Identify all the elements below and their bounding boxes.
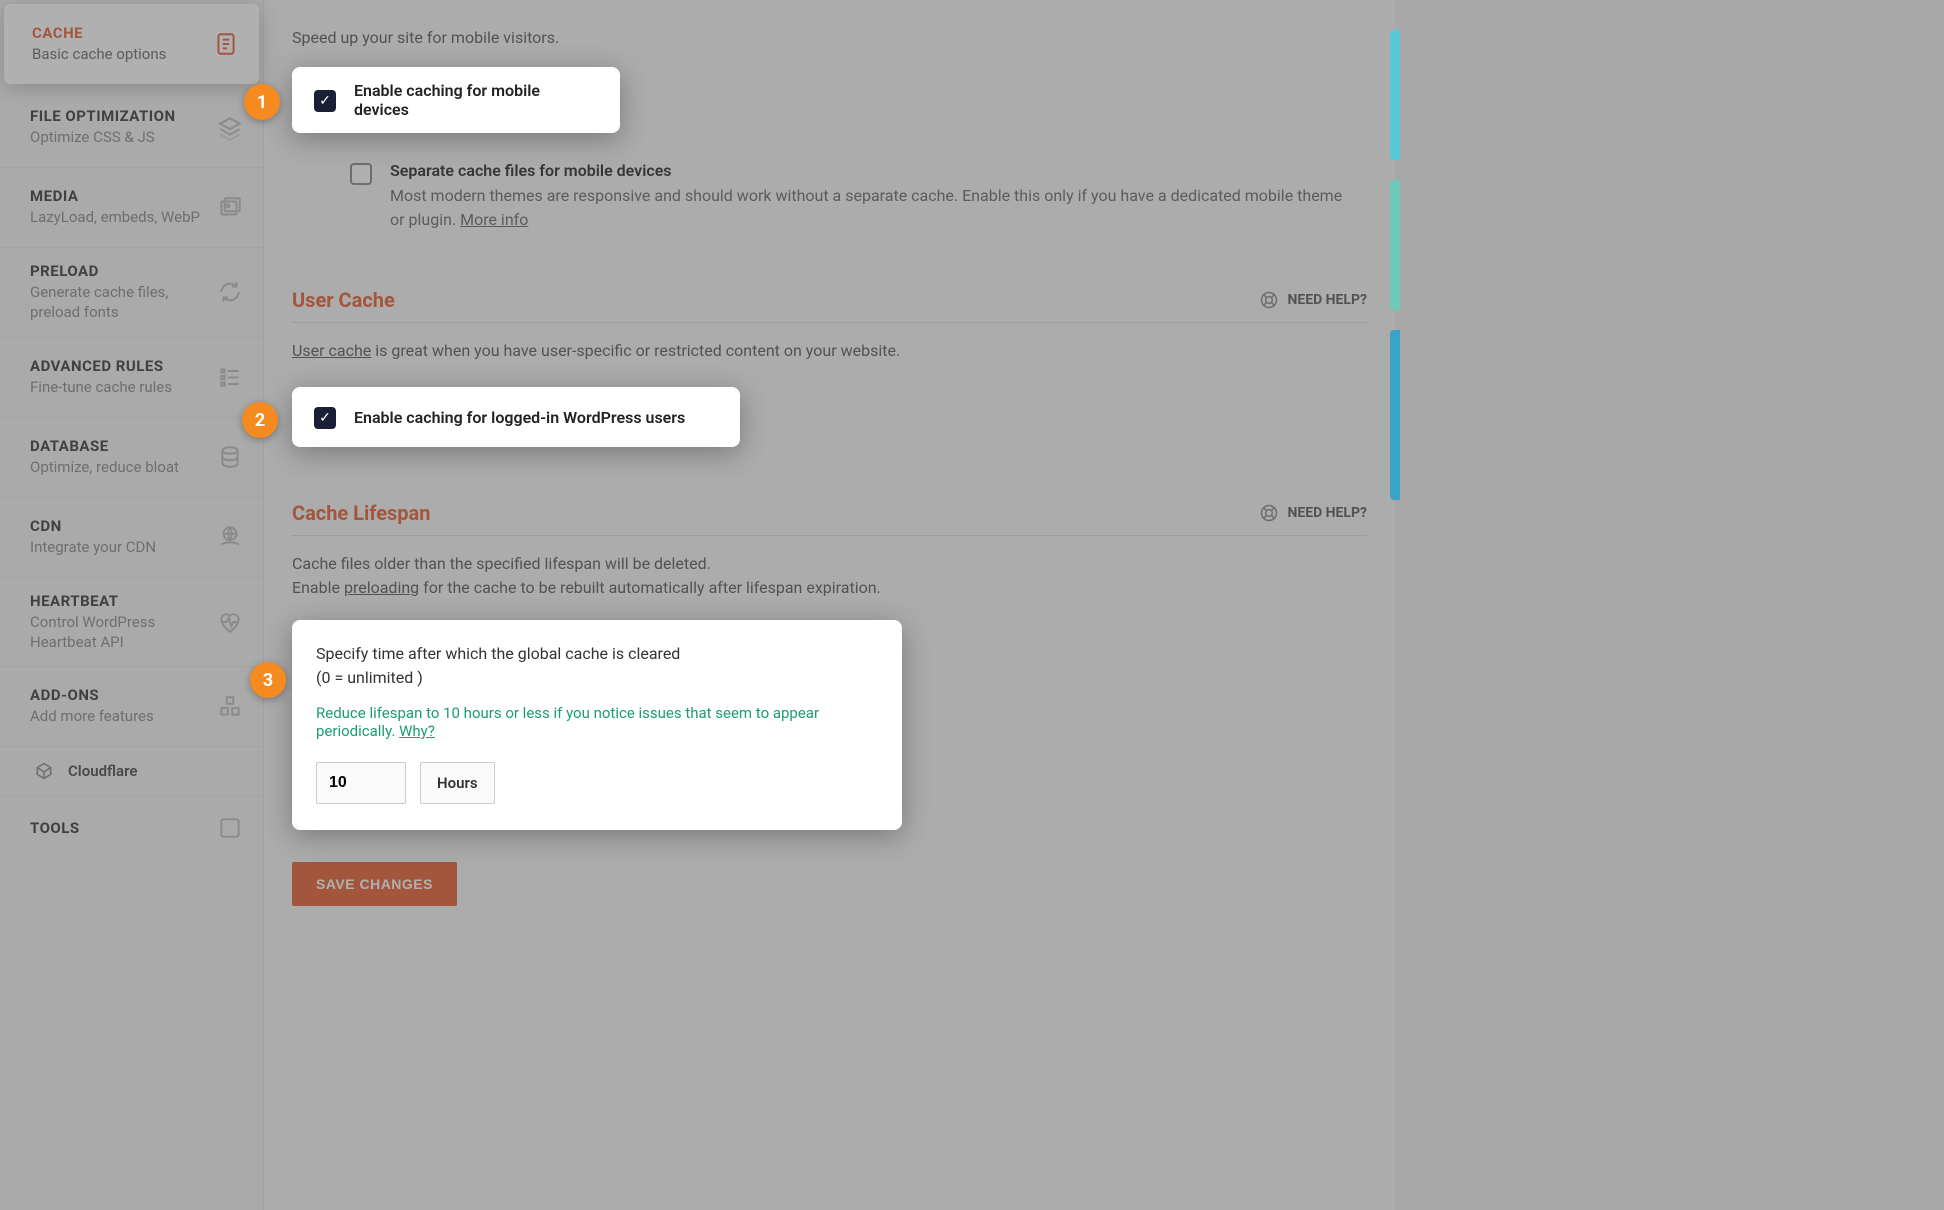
nav-subtitle: Basic cache options bbox=[32, 44, 203, 64]
lifespan-label: Specify time after which the global cach… bbox=[316, 642, 878, 690]
nav-subtitle: Optimize, reduce bloat bbox=[30, 457, 207, 477]
right-edge-tabs bbox=[1384, 0, 1400, 1210]
side-tab[interactable] bbox=[1390, 330, 1400, 500]
refresh-icon bbox=[217, 279, 243, 305]
database-icon bbox=[217, 444, 243, 470]
nav-sub-label: Cloudflare bbox=[68, 762, 137, 780]
callout-badge-3: 3 bbox=[250, 662, 286, 698]
lifespan-inputs: Hours bbox=[316, 762, 878, 804]
section-title: User Cache bbox=[292, 288, 395, 312]
list-icon bbox=[217, 364, 243, 390]
mobile-separate-row: Separate cache files for mobile devices … bbox=[292, 133, 1367, 254]
section-user-cache: User Cache NEED HELP? User cache is grea… bbox=[292, 288, 1367, 447]
need-help-link[interactable]: NEED HELP? bbox=[1259, 503, 1367, 523]
mobile-intro: Speed up your site for mobile visitors. bbox=[292, 0, 1367, 67]
lifespan-hint: Reduce lifespan to 10 hours or less if y… bbox=[316, 704, 878, 740]
nav-cloudflare[interactable]: Cloudflare bbox=[0, 747, 263, 796]
nav-subtitle: Add more features bbox=[30, 706, 207, 726]
sidebar: CACHE Basic cache options FILE OPTIMIZAT… bbox=[0, 0, 264, 1210]
lifespan-unit-select[interactable]: Hours bbox=[420, 762, 495, 804]
mobile-separate-desc: Most modern themes are responsive and sh… bbox=[390, 184, 1345, 232]
cube-icon bbox=[34, 761, 54, 781]
boxes-icon bbox=[217, 694, 243, 720]
nav-title: DATABASE bbox=[30, 437, 207, 455]
heart-icon bbox=[217, 609, 243, 635]
mobile-enable-label: Enable caching for mobile devices bbox=[354, 81, 598, 119]
nav-database[interactable]: DATABASE Optimize, reduce bloat bbox=[0, 418, 263, 498]
need-help-link[interactable]: NEED HELP? bbox=[1259, 290, 1367, 310]
nav-subtitle: LazyLoad, embeds, WebP bbox=[30, 207, 207, 227]
checkbox-unchecked[interactable] bbox=[350, 163, 372, 185]
nav-title: ADD-ONS bbox=[30, 686, 207, 704]
nav-cache[interactable]: CACHE Basic cache options bbox=[4, 4, 259, 84]
document-icon bbox=[213, 31, 239, 57]
nav-heartbeat[interactable]: HEARTBEAT Control WordPress Heartbeat AP… bbox=[0, 578, 263, 668]
save-changes-button[interactable]: SAVE CHANGES bbox=[292, 862, 457, 906]
mobile-separate-label: Separate cache files for mobile devices bbox=[390, 161, 1345, 180]
nav-media[interactable]: MEDIA LazyLoad, embeds, WebP bbox=[0, 168, 263, 248]
import-export-icon bbox=[217, 815, 243, 841]
user-cache-link[interactable]: User cache bbox=[292, 341, 371, 360]
nav-title: MEDIA bbox=[30, 187, 207, 205]
lifespan-desc: Cache files older than the specified lif… bbox=[292, 552, 1367, 600]
checkbox-checked[interactable]: ✓ bbox=[314, 407, 336, 429]
lifebuoy-icon bbox=[1259, 290, 1279, 310]
lifebuoy-icon bbox=[1259, 503, 1279, 523]
side-tab[interactable] bbox=[1390, 180, 1400, 310]
nav-title: TOOLS bbox=[30, 819, 207, 837]
nav-preload[interactable]: PRELOAD Generate cache files, preload fo… bbox=[0, 248, 263, 338]
nav-title: PRELOAD bbox=[30, 262, 207, 280]
main-panel: Speed up your site for mobile visitors. … bbox=[264, 0, 1395, 1210]
mobile-options: ✓ Enable caching for mobile devices Sepa… bbox=[292, 67, 1367, 254]
more-info-link[interactable]: More info bbox=[460, 210, 528, 229]
nav-subtitle: Control WordPress Heartbeat API bbox=[30, 612, 207, 653]
layers-icon bbox=[217, 115, 243, 141]
nav-tools[interactable]: TOOLS bbox=[0, 796, 263, 846]
nav-title: ADVANCED RULES bbox=[30, 357, 207, 375]
preloading-link[interactable]: preloading bbox=[344, 578, 419, 597]
lifespan-card: Specify time after which the global cach… bbox=[292, 620, 902, 830]
user-cache-enable-row[interactable]: ✓ Enable caching for logged-in WordPress… bbox=[292, 387, 740, 447]
side-tab[interactable] bbox=[1390, 30, 1400, 160]
nav-title: HEARTBEAT bbox=[30, 592, 207, 610]
section-title: Cache Lifespan bbox=[292, 501, 430, 525]
images-icon bbox=[217, 195, 243, 221]
why-link[interactable]: Why? bbox=[399, 722, 435, 740]
nav-subtitle: Integrate your CDN bbox=[30, 537, 207, 557]
callout-badge-1: 1 bbox=[244, 84, 280, 120]
nav-cdn[interactable]: CDN Integrate your CDN bbox=[0, 498, 263, 578]
globe-hand-icon bbox=[217, 524, 243, 550]
callout-badge-2: 2 bbox=[242, 402, 278, 438]
nav-title: CACHE bbox=[32, 24, 203, 42]
lifespan-value-input[interactable] bbox=[316, 762, 406, 804]
nav-subtitle: Optimize CSS & JS bbox=[30, 127, 207, 147]
app-root: CACHE Basic cache options FILE OPTIMIZAT… bbox=[0, 0, 1395, 1210]
nav-title: FILE OPTIMIZATION bbox=[30, 107, 207, 125]
nav-title: CDN bbox=[30, 517, 207, 535]
nav-addons[interactable]: ADD-ONS Add more features bbox=[0, 667, 263, 747]
nav-file-optimization[interactable]: FILE OPTIMIZATION Optimize CSS & JS bbox=[0, 88, 263, 168]
user-cache-enable-label: Enable caching for logged-in WordPress u… bbox=[354, 408, 685, 427]
nav-subtitle: Generate cache files, preload fonts bbox=[30, 282, 207, 323]
section-lifespan: Cache Lifespan NEED HELP? Cache files ol… bbox=[292, 501, 1367, 830]
checkbox-checked[interactable]: ✓ bbox=[314, 90, 336, 112]
mobile-enable-row[interactable]: ✓ Enable caching for mobile devices bbox=[292, 67, 620, 133]
user-cache-desc: User cache is great when you have user-s… bbox=[292, 339, 1367, 363]
nav-subtitle: Fine-tune cache rules bbox=[30, 377, 207, 397]
nav-advanced-rules[interactable]: ADVANCED RULES Fine-tune cache rules bbox=[0, 338, 263, 418]
